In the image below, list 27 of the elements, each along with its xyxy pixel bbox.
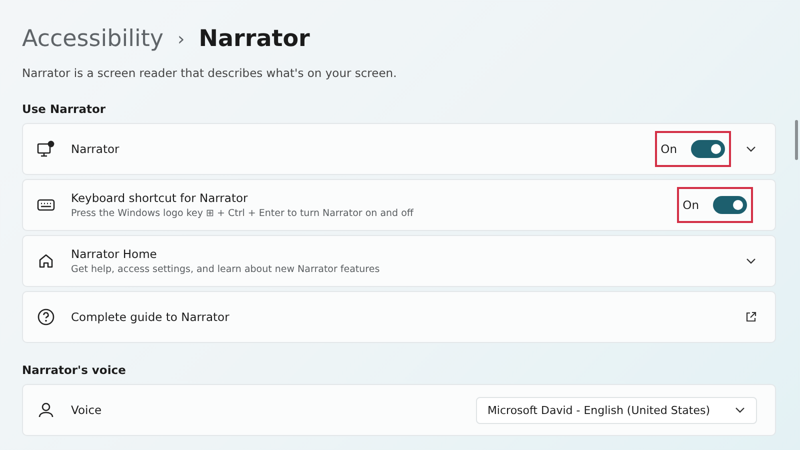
settings-card[interactable]: Complete guide to Narrator <box>22 291 776 343</box>
monitor-icon <box>37 140 55 158</box>
toggle-state-label: On <box>660 142 677 156</box>
setting-description: Press the Windows logo key ⊞ + Ctrl + Enter to turn Narrator on and off <box>71 208 415 219</box>
voice-dropdown[interactable]: Microsoft David - English (United States) <box>476 396 757 424</box>
help-icon <box>37 308 55 326</box>
external-link-icon[interactable] <box>745 311 757 323</box>
setting-title: Voice <box>71 403 103 417</box>
scrollbar-thumb[interactable] <box>795 120 798 160</box>
page-description: Narrator is a screen reader that describes what's on your screen. <box>22 66 398 80</box>
breadcrumb-separator: › <box>178 28 185 50</box>
toggle-state-label: On <box>682 198 699 212</box>
breadcrumb-link[interactable]: Accessibility <box>22 26 164 52</box>
settings-card[interactable]: Narrator Home Get help, access settings, and learn about new Narrator features <box>22 235 776 287</box>
setting-title: Keyboard shortcut for Narrator <box>71 191 249 205</box>
section-heading: Use Narrator <box>22 102 107 116</box>
person-icon <box>37 401 55 419</box>
setting-description: Get help, access settings, and learn about new Narrator features <box>71 264 381 275</box>
toggle-switch[interactable] <box>713 196 747 214</box>
setting-title: Narrator <box>71 142 120 156</box>
page-title: Narrator <box>198 26 310 52</box>
setting-title: Complete guide to Narrator <box>71 310 230 324</box>
section-heading: Narrator's voice <box>22 363 127 377</box>
setting-title: Narrator Home <box>71 247 158 261</box>
keyboard-icon <box>37 198 55 212</box>
toggle-switch[interactable] <box>691 140 725 158</box>
home-icon <box>37 252 55 270</box>
